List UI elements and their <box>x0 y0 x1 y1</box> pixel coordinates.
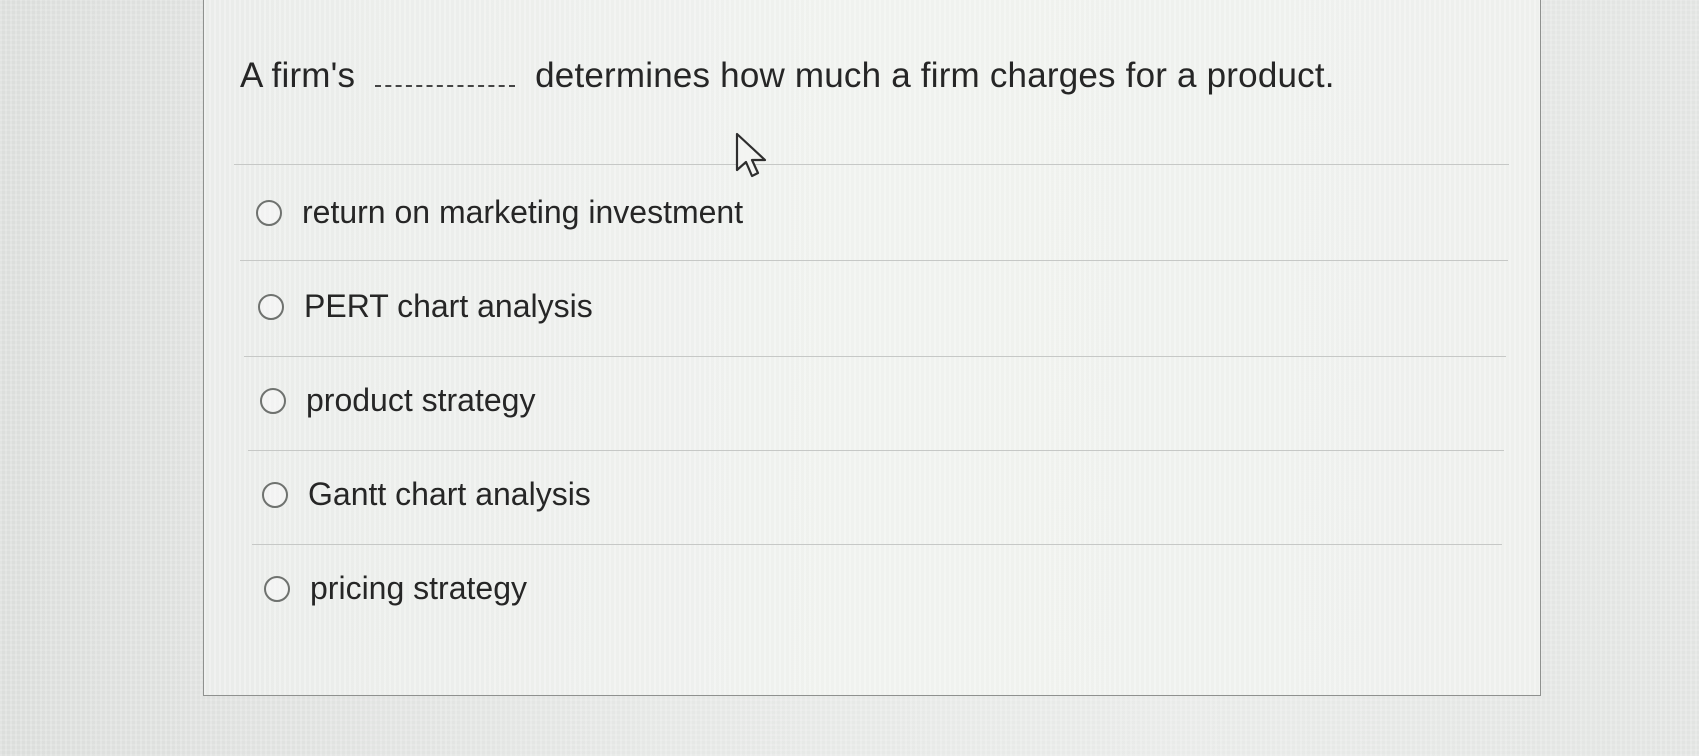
divider <box>240 260 1508 261</box>
question-prefix: A firm's <box>240 56 356 95</box>
mouse-pointer-icon <box>735 132 767 178</box>
question-panel: A firm's determines how much a firm char… <box>203 0 1541 696</box>
option-pricing-strategy[interactable]: pricing strategy <box>264 570 527 607</box>
radio-unselected-icon[interactable] <box>264 575 290 602</box>
radio-unselected-icon[interactable] <box>256 199 282 226</box>
divider <box>244 356 1506 357</box>
radio-unselected-icon[interactable] <box>260 387 286 414</box>
option-label: Gantt chart analysis <box>308 476 591 512</box>
option-pert-chart-analysis[interactable]: PERT chart analysis <box>258 288 593 325</box>
question-prompt: A firm's determines how much a firm char… <box>240 56 1335 96</box>
radio-unselected-icon[interactable] <box>262 481 288 508</box>
option-product-strategy[interactable]: product strategy <box>260 382 535 419</box>
option-label: product strategy <box>306 382 536 418</box>
question-suffix: determines how much a firm charges for a… <box>535 56 1335 95</box>
option-label: PERT chart analysis <box>304 288 593 324</box>
divider <box>252 544 1502 545</box>
option-gantt-chart-analysis[interactable]: Gantt chart analysis <box>262 476 591 513</box>
radio-unselected-icon[interactable] <box>258 293 284 320</box>
divider <box>248 450 1504 451</box>
option-return-on-marketing-investment[interactable]: return on marketing investment <box>256 194 743 231</box>
option-label: pricing strategy <box>310 570 527 606</box>
screen: A firm's determines how much a firm char… <box>0 0 1699 756</box>
answer-blank <box>375 59 516 87</box>
option-label: return on marketing investment <box>302 194 744 230</box>
divider <box>234 164 1509 165</box>
